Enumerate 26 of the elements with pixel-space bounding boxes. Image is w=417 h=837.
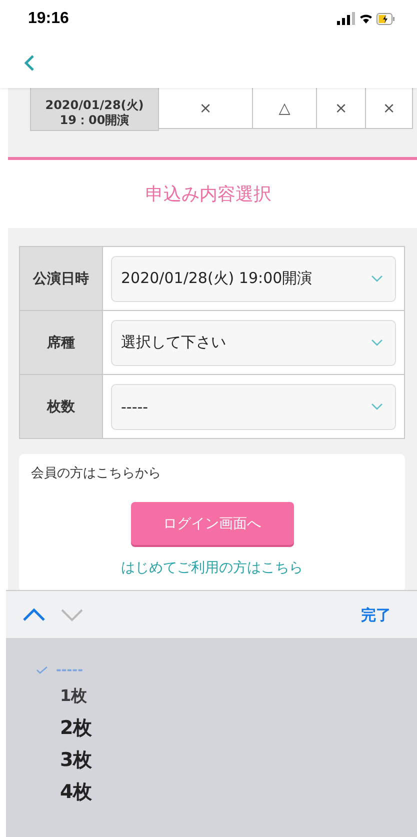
form-label: 枚数 xyxy=(20,375,103,438)
chevron-up-icon[interactable] xyxy=(22,608,46,622)
select-field[interactable]: ----- xyxy=(111,384,396,430)
status-time: 19:16 xyxy=(28,10,69,28)
chevron-down-icon xyxy=(371,402,383,410)
form-label: 公演日時 xyxy=(20,247,103,310)
back-icon[interactable] xyxy=(24,54,35,72)
done-button[interactable]: 完了 xyxy=(355,604,397,626)
schedule-date-cell: 2020/01/28(火) 19：00開演 xyxy=(30,88,159,131)
picker-option[interactable]: 2枚 xyxy=(60,715,92,741)
availability-cell: △ xyxy=(253,88,317,129)
member-text: 会員の方はこちらから xyxy=(31,465,161,482)
section-title: 申込み内容選択 xyxy=(144,183,272,207)
availability-cell: × xyxy=(317,88,366,129)
availability-cell: × xyxy=(366,88,413,129)
picker-option[interactable]: 3枚 xyxy=(60,747,92,773)
picker-option[interactable]: 1枚 xyxy=(60,686,88,706)
chevron-down-icon[interactable] xyxy=(60,608,84,622)
select-field[interactable]: 2020/01/28(火) 19:00開演 xyxy=(111,256,396,302)
form-label: 席種 xyxy=(20,311,103,374)
picker-option[interactable]: 4枚 xyxy=(60,779,92,805)
status-icons xyxy=(337,12,395,26)
select-field[interactable]: 選択して下さい xyxy=(111,320,396,366)
availability-cell: × xyxy=(159,88,253,129)
chevron-down-icon xyxy=(371,338,383,346)
chevron-down-icon xyxy=(371,274,383,282)
